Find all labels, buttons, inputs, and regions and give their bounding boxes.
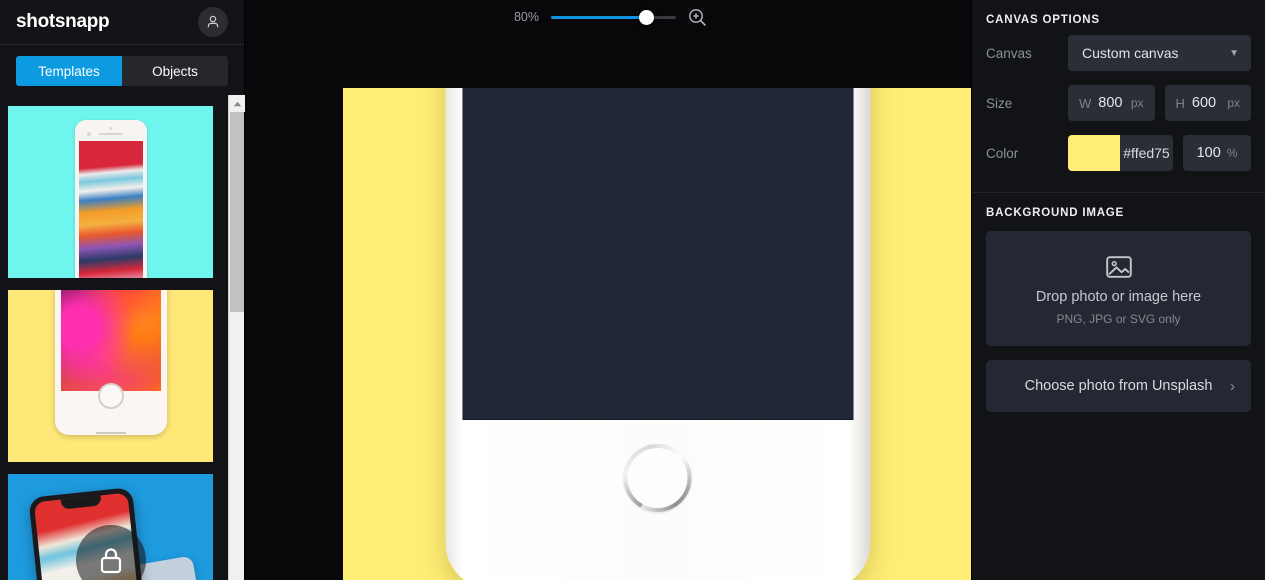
canvas-workspace: 80% Your image here <box>245 0 971 580</box>
home-button-icon <box>623 444 692 512</box>
image-placeholder-icon <box>1105 255 1132 278</box>
app-root: shotsnapp Templates Objects 80% CANVAS O… <box>0 0 1265 580</box>
chevron-down-icon: ▼ <box>1229 47 1239 59</box>
canvas-width-input[interactable]: W 800 px <box>1068 85 1155 121</box>
home-button-icon <box>97 383 124 409</box>
magnifier-plus-icon[interactable] <box>688 8 707 27</box>
canvas-size-row: Size W 800 px H 600 px <box>972 78 1265 128</box>
left-sidebar: shotsnapp Templates Objects <box>0 0 245 580</box>
scrollbar-up-button[interactable] <box>229 95 245 112</box>
template-thumb-cyan-abstract-iphone[interactable] <box>8 106 213 278</box>
template-scrollbar[interactable] <box>228 95 245 580</box>
brand-bar: shotsnapp <box>0 0 244 45</box>
template-thumb-yellow-smoke-iphone[interactable] <box>8 290 213 462</box>
template-list[interactable] <box>0 95 229 580</box>
design-canvas[interactable]: Your image here <box>343 88 971 580</box>
caret-up-icon <box>233 101 241 106</box>
thumb-screen-art <box>60 290 161 391</box>
canvas-options-title: CANVAS OPTIONS <box>986 14 1100 26</box>
user-icon <box>207 15 219 28</box>
height-unit: px <box>1227 96 1240 110</box>
zoom-toolbar: 80% <box>245 0 971 34</box>
dropzone-main-text: Drop photo or image here <box>1035 288 1202 305</box>
canvas-color-input[interactable]: #ffed75 <box>1068 135 1173 171</box>
canvas-preset-row: Canvas Custom canvas ▼ <box>972 28 1265 78</box>
avatar[interactable] <box>198 7 228 37</box>
device-mockup-iphone[interactable]: Your image here <box>445 88 870 580</box>
width-unit: px <box>1130 96 1144 110</box>
width-prefix: W <box>1079 95 1092 111</box>
size-label: Size <box>986 95 1013 111</box>
opacity-unit: % <box>1226 146 1238 160</box>
chevron-right-icon: › <box>1230 377 1235 395</box>
right-options-panel: CANVAS OPTIONS Canvas Custom canvas ▼ Si… <box>971 0 1265 580</box>
slider-handle[interactable] <box>639 9 654 25</box>
camera-dot-icon <box>86 132 91 136</box>
color-hex-value: #ffed75 <box>1123 145 1170 161</box>
tab-objects[interactable]: Objects <box>122 56 228 86</box>
slider-fill <box>551 15 646 19</box>
panel-tabs: Templates Objects <box>0 45 244 98</box>
canvas-label: Canvas <box>986 45 1032 61</box>
device-screen[interactable]: Your image here <box>462 88 853 420</box>
opacity-value: 100 <box>1196 145 1221 161</box>
background-image-dropzone[interactable]: Drop photo or image here PNG, JPG or SVG… <box>986 231 1251 346</box>
canvas-preset-select[interactable]: Custom canvas ▼ <box>1068 35 1251 71</box>
height-prefix: H <box>1175 95 1185 111</box>
thumb-phone <box>54 290 167 435</box>
unsplash-label: Choose photo from Unsplash <box>1024 378 1213 394</box>
scrollbar-thumb[interactable] <box>230 112 244 312</box>
color-swatch[interactable] <box>1068 135 1120 171</box>
background-image-title: BACKGROUND IMAGE <box>986 207 1125 219</box>
canvas-preset-value: Custom canvas <box>1082 45 1179 61</box>
height-value: 600 <box>1191 95 1217 111</box>
zoom-slider[interactable] <box>551 9 676 25</box>
chin-line <box>95 432 126 434</box>
template-thumb-blue-iphonex-mural[interactable] <box>8 474 213 580</box>
zoom-level-label: 80% <box>513 10 539 24</box>
canvas-opacity-input[interactable]: 100 % <box>1183 135 1251 171</box>
speaker-grill <box>98 133 123 135</box>
sensor-dot-icon <box>109 127 112 130</box>
width-value: 800 <box>1098 95 1123 111</box>
thumb-phone <box>74 120 147 278</box>
choose-unsplash-button[interactable]: Choose photo from Unsplash › <box>986 360 1251 412</box>
lock-icon <box>100 548 121 574</box>
thumb-screen-art <box>78 141 143 278</box>
dropzone-sub-text: PNG, JPG or SVG only <box>1056 311 1181 326</box>
app-logo: shotsnapp <box>16 11 110 32</box>
tab-templates[interactable]: Templates <box>16 56 122 86</box>
canvas-height-input[interactable]: H 600 px <box>1164 85 1251 121</box>
canvas-color-row: Color #ffed75 100 % <box>972 128 1265 178</box>
color-label: Color <box>986 145 1019 161</box>
